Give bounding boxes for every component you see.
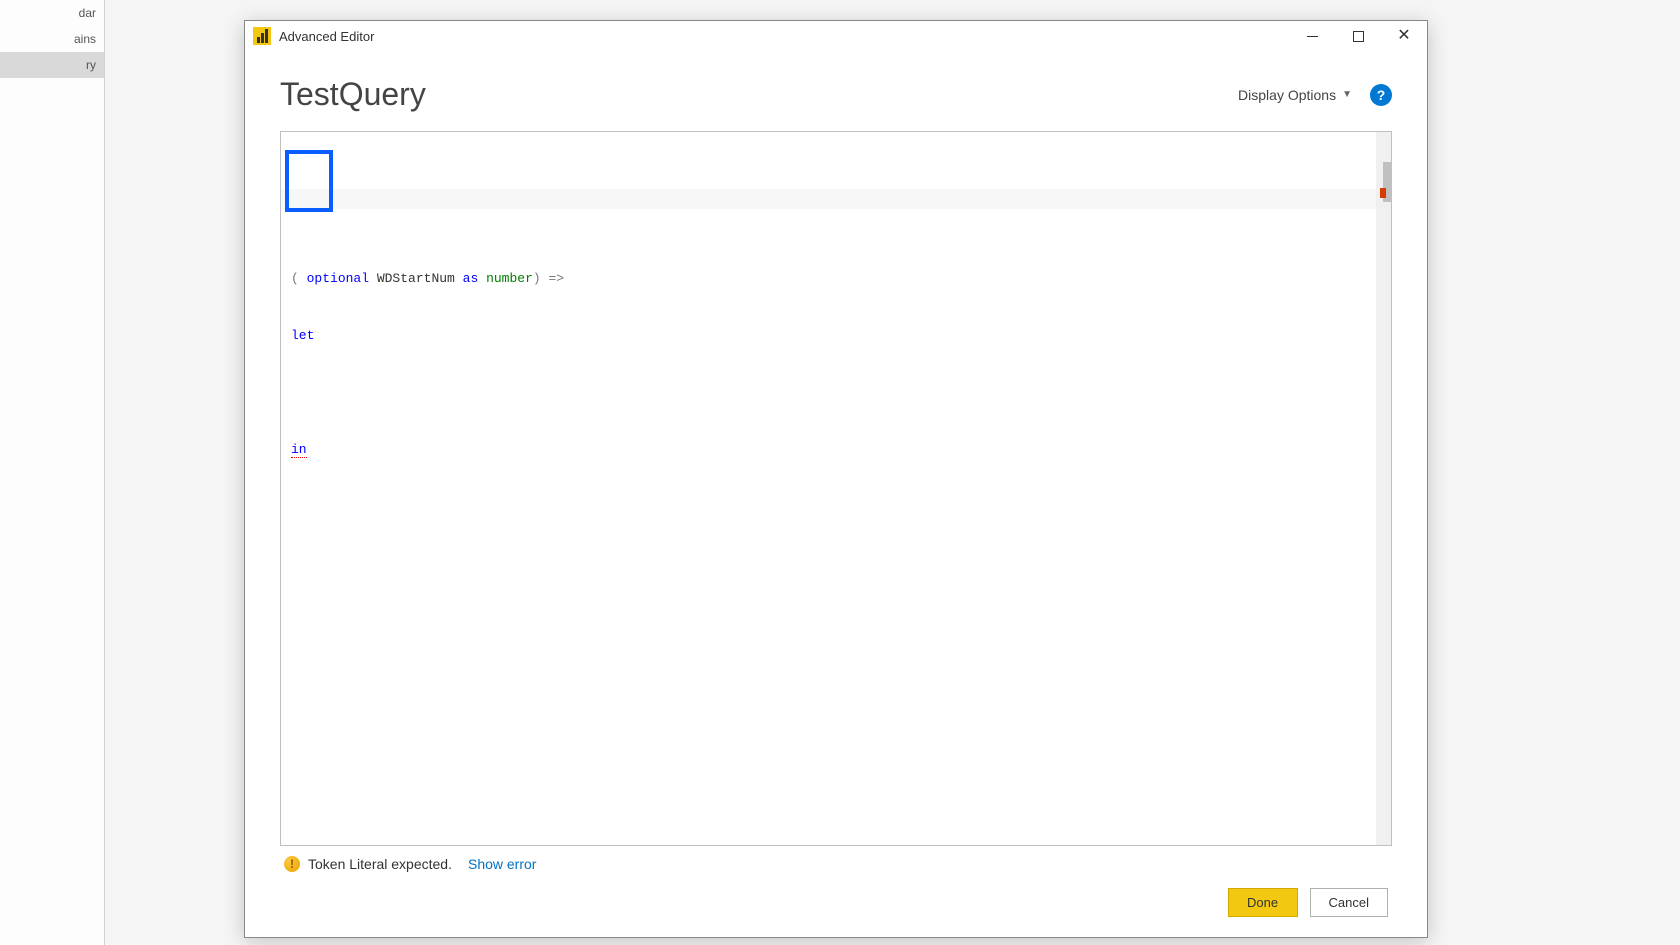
powerbi-app-icon [253, 27, 271, 45]
status-bar: ! Token Literal expected. Show error [280, 846, 1392, 882]
done-button[interactable]: Done [1228, 888, 1298, 917]
display-options-label: Display Options [1238, 87, 1336, 103]
close-icon: ✕ [1397, 28, 1410, 44]
header-right: Display Options ▼ ? [1238, 84, 1392, 106]
bg-sidebar-item: ains [0, 26, 104, 52]
minimize-icon [1307, 36, 1318, 37]
current-line-highlight [281, 189, 1376, 209]
bg-sidebar-item-selected: ry [0, 52, 104, 78]
editor-content[interactable]: ( optional WDStartNum as number) => let … [281, 132, 1376, 845]
content-area: TestQuery Display Options ▼ ? ( optional… [245, 51, 1427, 937]
warning-icon: ! [284, 856, 300, 872]
maximize-button[interactable] [1335, 21, 1381, 51]
cancel-button[interactable]: Cancel [1310, 888, 1388, 917]
help-icon[interactable]: ? [1370, 84, 1392, 106]
code-editor[interactable]: ( optional WDStartNum as number) => let … [280, 131, 1392, 846]
dialog-buttons: Done Cancel [280, 882, 1392, 917]
editor-scrollbar[interactable] [1376, 132, 1391, 845]
error-message: Token Literal expected. [308, 856, 452, 872]
show-error-link[interactable]: Show error [468, 856, 536, 872]
window-controls: ✕ [1289, 21, 1427, 51]
title-bar[interactable]: Advanced Editor ✕ [245, 21, 1427, 51]
chevron-down-icon: ▼ [1342, 89, 1352, 100]
query-name-title: TestQuery [280, 76, 426, 113]
advanced-editor-window: Advanced Editor ✕ TestQuery Display Opti… [244, 20, 1428, 938]
minimize-button[interactable] [1289, 21, 1335, 51]
display-options-dropdown[interactable]: Display Options ▼ [1238, 87, 1352, 103]
header-row: TestQuery Display Options ▼ ? [280, 76, 1392, 113]
background-query-pane: dar ains ry [0, 0, 105, 945]
error-indicator-marker [1380, 188, 1386, 198]
bg-sidebar-item: dar [0, 0, 104, 26]
close-button[interactable]: ✕ [1381, 21, 1427, 51]
window-title: Advanced Editor [279, 29, 1289, 44]
maximize-icon [1353, 31, 1364, 42]
